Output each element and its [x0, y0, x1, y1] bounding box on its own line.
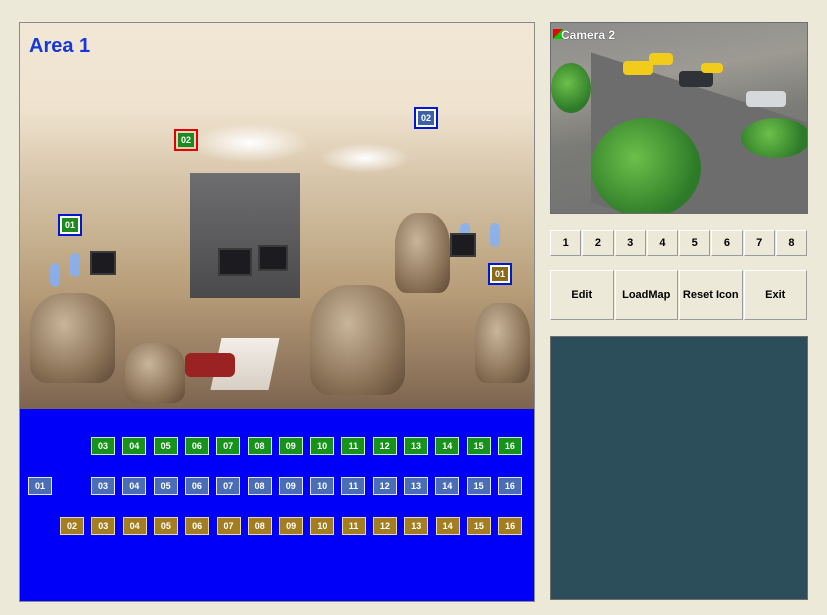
camera-icon-blue-03[interactable]: 03 [91, 477, 115, 495]
cabin-window [50, 263, 60, 287]
tv-screen [218, 248, 252, 276]
cabin-partition [190, 173, 300, 298]
camera-icon-blue-04[interactable]: 04 [122, 477, 147, 495]
camera-icon-gold-14[interactable]: 14 [435, 517, 460, 535]
channel-button-8[interactable]: 8 [775, 230, 807, 256]
camera-icon-gold-04[interactable]: 04 [122, 517, 147, 535]
camera-icon-gold-09[interactable]: 09 [279, 517, 304, 535]
camera-icon-blue-16[interactable]: 16 [497, 477, 522, 495]
channel-button-5[interactable]: 5 [679, 230, 711, 256]
lounge-seat [125, 343, 185, 403]
camera-video-view: Camera 2 [550, 22, 808, 214]
channel-button-6[interactable]: 6 [711, 230, 743, 256]
camera-icon-gold-08[interactable]: 08 [247, 517, 272, 535]
info-panel [550, 336, 808, 600]
taxi-car [701, 63, 723, 73]
channel-button-bar: 1 2 3 4 5 6 7 8 [550, 230, 808, 256]
lounge-seat [475, 303, 530, 383]
action-button-bar: Edit LoadMap Reset Icon Exit [550, 270, 808, 320]
map-photo: Area 1 02 02 01 01 [20, 23, 534, 409]
tv-screen [450, 233, 476, 257]
camera-icon-green-06[interactable]: 06 [184, 437, 209, 455]
camera-icon-gold-10[interactable]: 10 [310, 517, 335, 535]
camera-icon-green-05[interactable]: 05 [153, 437, 178, 455]
camera-icon-blue-12[interactable]: 12 [372, 477, 397, 495]
cabin-window [70, 253, 80, 277]
area-title: Area 1 [29, 35, 91, 57]
camera-label: Camera 2 [561, 28, 616, 42]
camera-icon-blue-11[interactable]: 11 [341, 477, 366, 495]
camera-icon-gold-11[interactable]: 11 [341, 517, 366, 535]
camera-icon-blue-07[interactable]: 07 [216, 477, 241, 495]
camera-marker-02-blue[interactable]: 02 [414, 107, 438, 129]
camera-icon-gold-05[interactable]: 05 [153, 517, 178, 535]
channel-button-2[interactable]: 2 [582, 230, 614, 256]
camera-icon-blue-14[interactable]: 14 [435, 477, 460, 495]
lounge-seat [30, 293, 115, 383]
camera-icon-green-15[interactable]: 15 [466, 437, 491, 455]
camera-icon-blue-15[interactable]: 15 [466, 477, 491, 495]
camera-icon-gold-15[interactable]: 15 [466, 517, 491, 535]
camera-icon-blue-05[interactable]: 05 [153, 477, 178, 495]
ceiling-light [320, 143, 410, 173]
camera-icon-blue-06[interactable]: 06 [184, 477, 209, 495]
camera-icon-gold-12[interactable]: 12 [373, 517, 397, 535]
camera-icon-blue-08[interactable]: 08 [247, 477, 272, 495]
camera-icon-green-12[interactable]: 12 [372, 437, 397, 455]
map-panel: Area 1 02 02 01 01 03 04 05 06 07 08 09 10 11 12 1… [19, 22, 535, 602]
camera-icon-green-03[interactable]: 03 [91, 437, 115, 455]
tv-screen [90, 251, 116, 275]
camera-icon-blue-10[interactable]: 10 [310, 477, 335, 495]
edit-button[interactable]: Edit [550, 270, 614, 320]
taxi-car [649, 53, 673, 65]
camera-marker-01-green[interactable]: 01 [58, 214, 82, 236]
camera-icon-green-16[interactable]: 16 [497, 437, 522, 455]
channel-button-7[interactable]: 7 [743, 230, 775, 256]
camera-icon-gold-13[interactable]: 13 [404, 517, 429, 535]
camera-icon-blue-09[interactable]: 09 [278, 477, 303, 495]
reset-icon-button[interactable]: Reset Icon [679, 270, 743, 320]
camera-icon-green-14[interactable]: 14 [435, 437, 460, 455]
hedge [741, 118, 807, 158]
tree [591, 118, 701, 213]
camera-icon-gold-16[interactable]: 16 [498, 517, 523, 535]
camera-marker-01-gold[interactable]: 01 [488, 263, 512, 285]
camera-icon-gold-03[interactable]: 03 [91, 517, 116, 535]
camera-icon-green-04[interactable]: 04 [122, 437, 147, 455]
camera-marker-02-green[interactable]: 02 [174, 129, 198, 151]
channel-button-4[interactable]: 4 [646, 230, 678, 256]
lounge-seat [310, 285, 405, 395]
ceiling-light [190, 123, 310, 163]
camera-icon-blue-01[interactable]: 01 [28, 477, 52, 495]
cabin-window [490, 223, 500, 247]
load-map-button[interactable]: LoadMap [614, 270, 678, 320]
camera-icon-gold-07[interactable]: 07 [216, 517, 241, 535]
tree [551, 63, 591, 113]
camera-icon-gold-06[interactable]: 06 [185, 517, 210, 535]
tv-screen [258, 245, 288, 271]
channel-button-1[interactable]: 1 [550, 230, 582, 256]
taxi-car [623, 61, 653, 75]
camera-icon-green-13[interactable]: 13 [404, 437, 428, 455]
pillow [185, 353, 235, 377]
camera-icon-blue-13[interactable]: 13 [404, 477, 428, 495]
dark-car [679, 71, 713, 87]
camera-icon-green-07[interactable]: 07 [216, 437, 241, 455]
camera-icon-green-09[interactable]: 09 [278, 437, 303, 455]
white-car [746, 91, 786, 107]
camera-icon-gold-02[interactable]: 02 [60, 517, 84, 535]
lounge-seat [395, 213, 450, 293]
channel-button-3[interactable]: 3 [614, 230, 646, 256]
camera-icon-green-08[interactable]: 08 [247, 437, 272, 455]
exit-button[interactable]: Exit [743, 270, 807, 320]
camera-icon-green-11[interactable]: 11 [341, 437, 366, 455]
camera-icon-green-10[interactable]: 10 [310, 437, 335, 455]
